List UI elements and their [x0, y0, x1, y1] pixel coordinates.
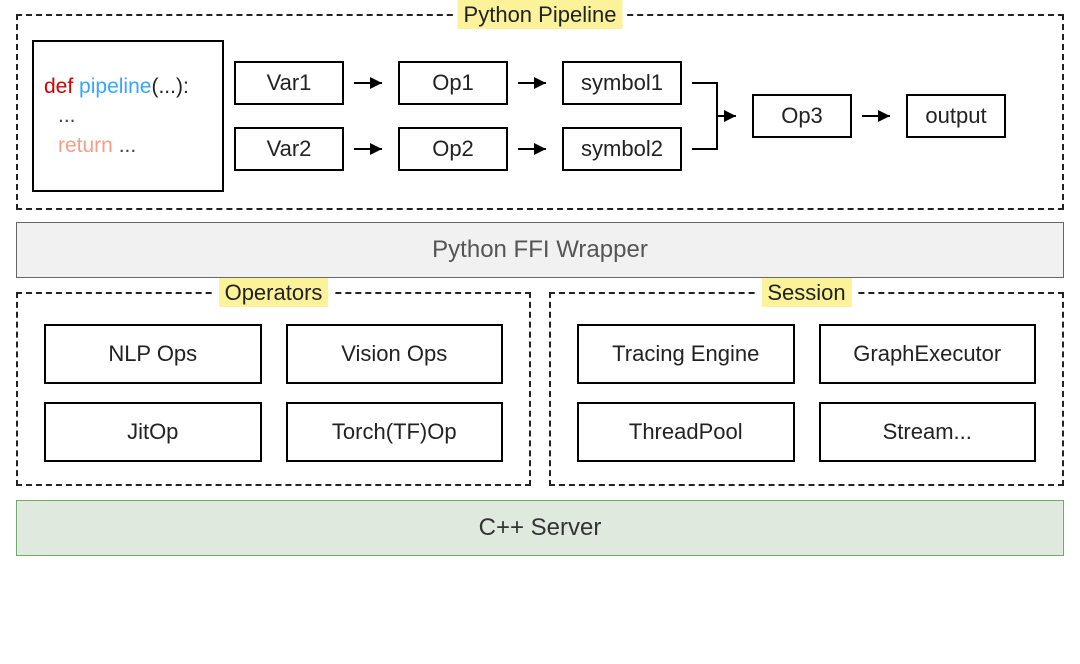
graph-col-symbols: symbol1 symbol2 [562, 61, 682, 171]
session-panel: Session Tracing Engine GraphExecutor Thr… [549, 292, 1064, 486]
ffi-wrapper-label: Python FFI Wrapper [432, 236, 648, 264]
code-return-rest: ... [113, 134, 136, 157]
arrow-col-2 [518, 61, 552, 171]
pipeline-panel: Python Pipeline def pipeline(...): ... r… [16, 14, 1064, 210]
pipeline-body: def pipeline(...): ... return ... Var1 V… [32, 38, 1048, 194]
arrow-icon [862, 106, 896, 126]
merge-connector-icon [692, 61, 742, 171]
code-def-keyword: def [44, 75, 73, 98]
op-torchtf: Torch(TF)Op [286, 402, 504, 462]
sess-tracing: Tracing Engine [577, 324, 795, 384]
node-op1: Op1 [398, 61, 508, 105]
graph-col-op3: Op3 [752, 94, 852, 138]
graph-col-vars: Var1 Var2 [234, 61, 344, 171]
node-symbol2: symbol2 [562, 127, 682, 171]
arrow-col-1 [354, 61, 388, 171]
code-func-name: pipeline [79, 75, 151, 98]
sess-stream: Stream... [819, 402, 1037, 462]
pipeline-graph: Var1 Var2 Op1 Op2 [234, 61, 1048, 171]
node-op3: Op3 [752, 94, 852, 138]
operators-panel: Operators NLP Ops Vision Ops JitOp Torch… [16, 292, 531, 486]
arrow-icon [354, 127, 388, 171]
arrow-icon [518, 61, 552, 105]
op-jit: JitOp [44, 402, 262, 462]
ffi-wrapper-box: Python FFI Wrapper [16, 222, 1064, 278]
session-title: Session [757, 280, 855, 306]
operators-grid: NLP Ops Vision Ops JitOp Torch(TF)Op [32, 320, 515, 470]
node-var2: Var2 [234, 127, 344, 171]
arrow-icon [518, 127, 552, 171]
code-params: (...): [151, 75, 188, 98]
graph-col-output: output [906, 94, 1006, 138]
node-op2: Op2 [398, 127, 508, 171]
graph-col-ops12: Op1 Op2 [398, 61, 508, 171]
sess-threadpool: ThreadPool [577, 402, 795, 462]
operators-title: Operators [215, 280, 333, 306]
sess-graphexec: GraphExecutor [819, 324, 1037, 384]
cpp-server-label: C++ Server [479, 514, 602, 542]
code-ellipsis-1: ... [58, 104, 76, 127]
session-grid: Tracing Engine GraphExecutor ThreadPool … [565, 320, 1048, 470]
arrow-icon [354, 61, 388, 105]
code-box: def pipeline(...): ... return ... [32, 40, 224, 192]
op-nlp: NLP Ops [44, 324, 262, 384]
node-output: output [906, 94, 1006, 138]
pipeline-title: Python Pipeline [454, 2, 627, 28]
op-vision: Vision Ops [286, 324, 504, 384]
mid-row: Operators NLP Ops Vision Ops JitOp Torch… [16, 292, 1064, 486]
node-symbol1: symbol1 [562, 61, 682, 105]
node-var1: Var1 [234, 61, 344, 105]
cpp-server-box: C++ Server [16, 500, 1064, 556]
code-return-keyword: return [58, 134, 113, 157]
